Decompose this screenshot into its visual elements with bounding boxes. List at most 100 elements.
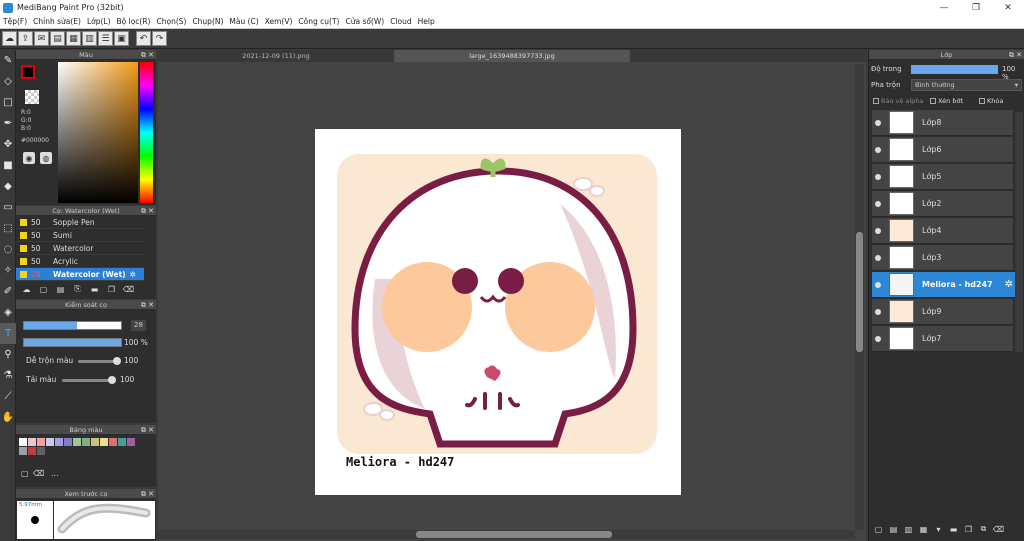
menu-cloud[interactable]: Cloud: [387, 17, 414, 26]
brush-tool-icon[interactable]: ✎: [0, 50, 16, 71]
menu-edit[interactable]: Chỉnh sửa(E): [30, 17, 84, 26]
lasso-tool-icon[interactable]: ◌: [0, 239, 16, 260]
menu-color[interactable]: Màu (C): [226, 17, 261, 26]
layer-row[interactable]: Lớp4: [872, 218, 1013, 244]
panel-close-icon[interactable]: ⧉ ✕: [141, 425, 154, 435]
close-button[interactable]: ✕: [992, 3, 1024, 13]
eyedropper-tool-icon[interactable]: ⚗: [0, 365, 16, 386]
foreground-color-swatch[interactable]: [21, 65, 35, 79]
palette-swatch[interactable]: [64, 438, 72, 446]
horizontal-scrollbar[interactable]: [158, 530, 855, 539]
menu-filter[interactable]: Bộ lọc(R): [114, 17, 154, 26]
menu-tools[interactable]: Công cụ(T): [295, 17, 342, 26]
delete-icon[interactable]: ⌫: [122, 283, 135, 295]
menu-window[interactable]: Cửa sổ(W): [342, 17, 387, 26]
layer-row-selected[interactable]: Meliora - hd247 ✲: [872, 272, 1015, 298]
eye-icon[interactable]: [875, 200, 881, 207]
layer-menu-icon[interactable]: ▾: [932, 523, 945, 535]
saturation-brightness-picker[interactable]: [58, 62, 138, 203]
palette-swatch[interactable]: [73, 438, 81, 446]
brush-size-value[interactable]: 28: [131, 320, 146, 331]
palette-swatch[interactable]: [28, 447, 36, 455]
palette-icon[interactable]: ◉: [23, 152, 35, 164]
palette-swatches[interactable]: [19, 438, 144, 456]
text-tool-icon[interactable]: T: [0, 323, 16, 344]
undo-icon[interactable]: ↶: [136, 31, 151, 46]
panel-close-icon[interactable]: ⧉ ✕: [141, 206, 154, 216]
cloud-brush-icon[interactable]: ☁: [20, 283, 33, 295]
clipping-checkbox[interactable]: Xén bớt: [930, 97, 963, 105]
upload-icon[interactable]: ⇪: [18, 31, 33, 46]
menu-layer[interactable]: Lớp(L): [84, 17, 114, 26]
brush-item[interactable]: 50 Sopple Pen: [16, 216, 144, 229]
minimize-button[interactable]: —: [928, 3, 960, 13]
menu-snap[interactable]: Chụp(N): [189, 17, 226, 26]
layer-row[interactable]: Lớp3: [872, 245, 1013, 271]
palette-swatch[interactable]: [55, 438, 63, 446]
select-tool-icon[interactable]: ⬚: [0, 218, 16, 239]
reload-slider[interactable]: [62, 379, 114, 382]
layer-row[interactable]: Lớp5: [872, 164, 1013, 190]
protect-alpha-checkbox[interactable]: Bảo vệ alpha: [873, 97, 923, 105]
document-tab[interactable]: 2021-12-09 (11).png: [158, 50, 394, 62]
palette-swatch[interactable]: [28, 438, 36, 446]
brush-item[interactable]: 50 Sumi: [16, 229, 144, 242]
drawing-canvas[interactable]: Meliora - hd247: [315, 129, 681, 495]
new-halftone-layer-icon[interactable]: ▤: [887, 523, 900, 535]
eye-icon[interactable]: [875, 146, 881, 153]
panel-close-icon[interactable]: ⧉ ✕: [141, 50, 154, 60]
menu-file[interactable]: Tệp(F): [0, 17, 30, 26]
reload-slider-knob[interactable]: [108, 376, 116, 384]
palette-swatch[interactable]: [37, 438, 45, 446]
eye-icon[interactable]: [875, 254, 881, 261]
palette-swatch[interactable]: [19, 438, 27, 446]
panel-icon[interactable]: ▦: [66, 31, 81, 46]
eye-icon[interactable]: [875, 308, 881, 315]
delete-layer-icon[interactable]: ⌫: [992, 523, 1005, 535]
new-brush-icon[interactable]: ▢: [37, 283, 50, 295]
blend-slider[interactable]: [78, 360, 118, 363]
gear-icon[interactable]: ✲: [1005, 279, 1013, 290]
palette-swatch[interactable]: [82, 438, 90, 446]
layer-row[interactable]: Lớp7: [872, 326, 1013, 352]
panel-close-icon[interactable]: ⧉ ✕: [141, 300, 154, 310]
eye-icon[interactable]: [875, 119, 881, 126]
select-eraser-tool-icon[interactable]: ◈: [0, 302, 16, 323]
layer-row[interactable]: Lớp9: [872, 299, 1013, 325]
bucket-tool-icon[interactable]: ◆: [0, 176, 16, 197]
lock-checkbox[interactable]: Khóa: [979, 97, 1003, 105]
brush-menu-icon[interactable]: ▤: [54, 283, 67, 295]
palette-swatch[interactable]: [19, 447, 27, 455]
color-mix-icon[interactable]: ◍: [40, 152, 52, 164]
brush-size-slider[interactable]: [23, 321, 122, 330]
palette-swatch[interactable]: [100, 438, 108, 446]
palette-swatch[interactable]: [109, 438, 117, 446]
vertical-scrollbar[interactable]: [855, 64, 864, 530]
menu-view[interactable]: Xem(V): [262, 17, 296, 26]
palette-swatch[interactable]: [91, 438, 99, 446]
brush-item[interactable]: 50 Watercolor: [16, 242, 144, 255]
background-color-swatch[interactable]: [25, 90, 39, 104]
layer-row[interactable]: Lớp2: [872, 191, 1013, 217]
panel-close-icon[interactable]: ⧉ ✕: [1009, 50, 1022, 60]
rectangle-tool-icon[interactable]: □: [0, 92, 16, 113]
palette-more[interactable]: ...: [51, 469, 59, 478]
blend-slider-knob[interactable]: [113, 357, 121, 365]
menu-select[interactable]: Chọn(S): [153, 17, 189, 26]
add-color-icon[interactable]: ▢: [21, 469, 33, 478]
eye-icon[interactable]: [875, 335, 881, 342]
chat-icon[interactable]: ✉: [34, 31, 49, 46]
brush-copy-icon[interactable]: ⎘: [71, 283, 84, 295]
palette-swatch[interactable]: [37, 447, 45, 455]
palette-swatch[interactable]: [46, 438, 54, 446]
eye-icon[interactable]: [875, 227, 881, 234]
magic-wand-tool-icon[interactable]: ✧: [0, 260, 16, 281]
layer-row[interactable]: Lớp8: [872, 110, 1013, 136]
pen-tool-icon[interactable]: ✒: [0, 113, 16, 134]
fill-shape-tool-icon[interactable]: ■: [0, 155, 16, 176]
duplicate-layer-icon[interactable]: ❐: [962, 523, 975, 535]
horizontal-scroll-thumb[interactable]: [416, 531, 612, 538]
eraser-tool-icon[interactable]: ◇: [0, 71, 16, 92]
blend-mode-select[interactable]: Bình thường ▾: [911, 79, 1022, 91]
redo-icon[interactable]: ↷: [152, 31, 167, 46]
